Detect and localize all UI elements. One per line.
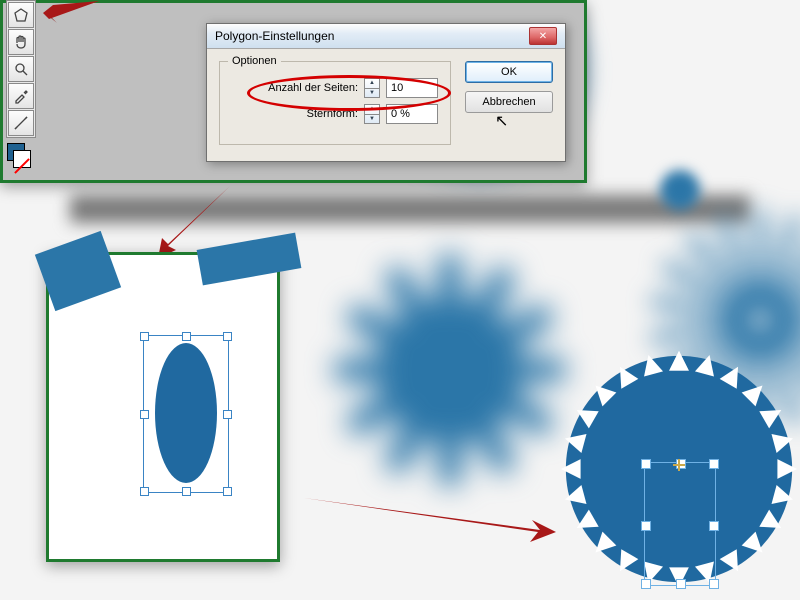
close-icon[interactable]: ✕ bbox=[529, 27, 557, 45]
measure-tool-icon[interactable] bbox=[8, 110, 34, 136]
star-label: Sternform: bbox=[307, 108, 358, 120]
panel-canvas-zoom bbox=[46, 252, 280, 562]
tools-palette bbox=[6, 0, 36, 138]
arrow-to-tool bbox=[41, 0, 101, 39]
panel-dialog-zoom: Polygon-Einstellungen ✕ Optionen Anzahl … bbox=[0, 0, 587, 183]
arrow-mid-to-gear bbox=[300, 490, 560, 550]
bg-gear-blur bbox=[330, 250, 570, 490]
bg-shape-strip bbox=[197, 233, 302, 286]
cancel-button[interactable]: Abbrechen bbox=[465, 91, 553, 113]
star-input[interactable] bbox=[386, 104, 438, 124]
bg-dot bbox=[660, 170, 700, 210]
options-group: Optionen Anzahl der Seiten: ▲▼ Sternform… bbox=[219, 61, 451, 145]
cursor-icon: ↖ bbox=[495, 111, 508, 131]
panel-gear-result bbox=[556, 346, 800, 592]
inner-selection[interactable] bbox=[644, 462, 716, 586]
bg-shape-corner bbox=[35, 231, 121, 311]
hand-tool-icon[interactable] bbox=[8, 29, 34, 55]
polygon-settings-dialog: Polygon-Einstellungen ✕ Optionen Anzahl … bbox=[206, 23, 566, 162]
eyedropper-tool-icon[interactable] bbox=[8, 83, 34, 109]
ok-button[interactable]: OK bbox=[465, 61, 553, 83]
tutorial-composite: Polygon-Einstellungen ✕ Optionen Anzahl … bbox=[0, 0, 800, 600]
polygon-tool-icon[interactable] bbox=[8, 2, 34, 28]
sides-input[interactable] bbox=[386, 78, 438, 98]
sides-stepper[interactable]: ▲▼ bbox=[364, 78, 380, 98]
star-stepper[interactable]: ▲▼ bbox=[364, 104, 380, 124]
dialog-title: Polygon-Einstellungen bbox=[215, 29, 334, 43]
zoom-tool-icon[interactable] bbox=[8, 56, 34, 82]
color-swatch[interactable] bbox=[7, 143, 29, 165]
sides-label: Anzahl der Seiten: bbox=[268, 82, 358, 94]
dialog-titlebar[interactable]: Polygon-Einstellungen ✕ bbox=[207, 24, 565, 49]
center-cross-icon bbox=[673, 459, 685, 471]
selection-bbox[interactable] bbox=[143, 335, 229, 493]
options-legend: Optionen bbox=[228, 55, 281, 67]
